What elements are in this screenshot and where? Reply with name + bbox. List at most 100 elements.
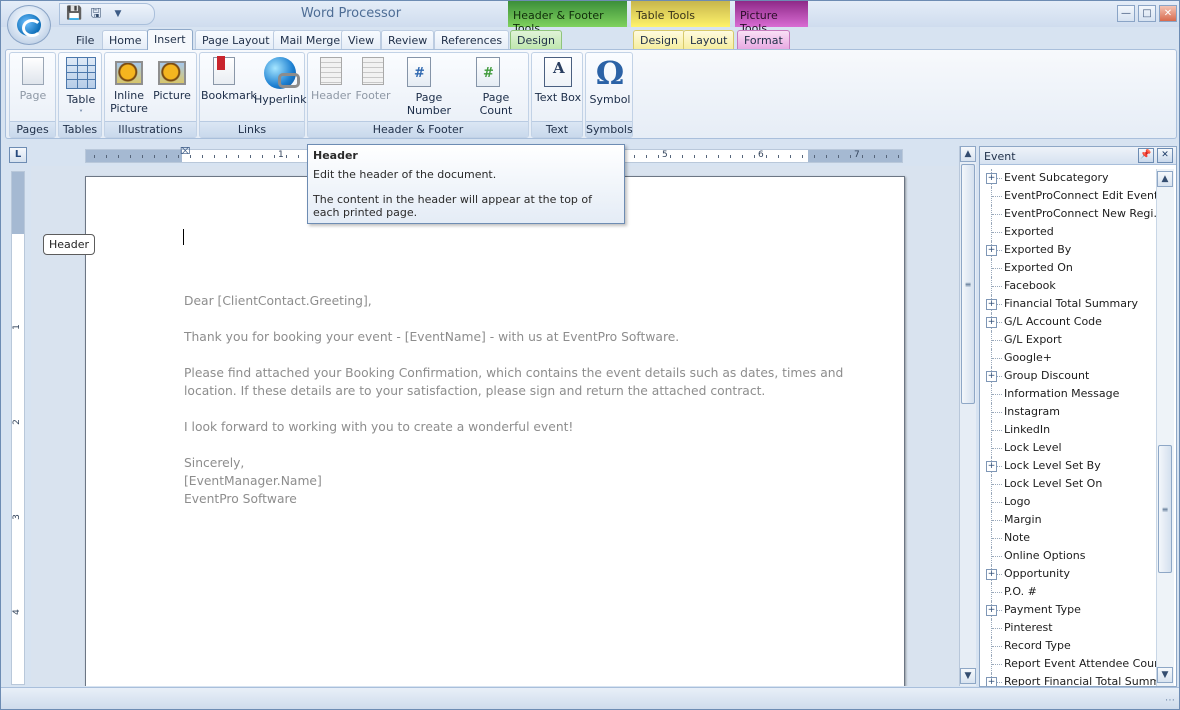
tree-item[interactable]: EventProConnect Edit Event… xyxy=(980,187,1156,205)
tree-item[interactable]: + Opportunity xyxy=(980,565,1156,583)
inline-picture-button[interactable]: Inline Picture xyxy=(106,57,152,115)
resize-grip-icon[interactable]: ⋯ xyxy=(1165,695,1175,706)
page-button[interactable]: Page xyxy=(10,57,56,102)
tab-page-layout[interactable]: Page Layout xyxy=(195,30,277,49)
tree-connector-line xyxy=(992,502,1002,503)
expand-icon[interactable]: + xyxy=(986,677,997,686)
close-icon[interactable]: ✕ xyxy=(1157,148,1173,163)
tree-item[interactable]: Margin xyxy=(980,511,1156,529)
tab-header-footer-design[interactable]: Design xyxy=(510,30,562,49)
tab-file[interactable]: File xyxy=(69,30,101,49)
scrollbar-thumb[interactable]: ≡ xyxy=(961,164,975,404)
tree-item[interactable]: + Group Discount xyxy=(980,367,1156,385)
tree-item[interactable]: Report Event Attendee Count xyxy=(980,655,1156,673)
tab-references[interactable]: References xyxy=(434,30,510,49)
expand-icon[interactable]: + xyxy=(986,371,997,382)
tree-item[interactable]: + Financial Total Summary xyxy=(980,295,1156,313)
hyperlink-button[interactable]: Hyperlink xyxy=(254,57,307,106)
tree-item[interactable]: + Lock Level Set By xyxy=(980,457,1156,475)
tab-view[interactable]: View xyxy=(341,30,382,49)
page-count-button[interactable]: Page Count xyxy=(465,57,527,117)
scroll-up-icon[interactable]: ▲ xyxy=(1157,171,1173,187)
indent-marker-icon[interactable]: ⌧ xyxy=(180,147,190,157)
tab-table-layout[interactable]: Layout xyxy=(683,30,735,49)
table-button[interactable]: Table ˅ xyxy=(58,57,104,120)
tree-connector-line xyxy=(992,484,1002,485)
bookmark-button[interactable]: Bookmark xyxy=(201,56,257,102)
expand-icon[interactable]: + xyxy=(986,605,997,616)
page-icon xyxy=(22,57,44,85)
tree-item[interactable]: Lock Level xyxy=(980,439,1156,457)
tab-review[interactable]: Review xyxy=(381,30,435,49)
tree-connector-line xyxy=(992,214,1002,215)
tree-item[interactable]: G/L Export xyxy=(980,331,1156,349)
tab-table-design[interactable]: Design xyxy=(633,30,685,49)
panel-scrollbar[interactable]: ▲ ≡ ▼ xyxy=(1156,169,1174,686)
expand-icon[interactable]: + xyxy=(986,461,997,472)
tree-item[interactable]: + Event Subcategory xyxy=(980,169,1156,187)
context-table-tools: Table Tools xyxy=(631,1,730,27)
bookmark-icon xyxy=(213,56,235,85)
document-area[interactable]: Dear [ClientContact.Greeting], Thank you… xyxy=(31,166,959,686)
tab-mail-merge[interactable]: Mail Merge xyxy=(273,30,348,49)
header-button[interactable]: Header xyxy=(308,57,354,102)
pin-icon[interactable]: 📌 xyxy=(1138,148,1154,163)
picture-button[interactable]: Picture xyxy=(149,57,195,102)
expand-icon[interactable]: + xyxy=(986,173,997,184)
expand-icon[interactable]: + xyxy=(986,245,997,256)
document-page[interactable]: Dear [ClientContact.Greeting], Thank you… xyxy=(85,176,905,686)
scroll-down-icon[interactable]: ▼ xyxy=(1157,667,1173,683)
tab-insert[interactable]: Insert xyxy=(147,29,193,50)
letter-body[interactable]: Dear [ClientContact.Greeting], Thank you… xyxy=(184,292,844,508)
close-button[interactable]: ✕ xyxy=(1159,5,1177,22)
tree-item[interactable]: Lock Level Set On xyxy=(980,475,1156,493)
ruler-tick xyxy=(658,155,659,158)
tree-item[interactable]: + Exported By xyxy=(980,241,1156,259)
customize-dropdown-icon[interactable]: ▼ xyxy=(110,6,126,22)
expand-icon[interactable]: + xyxy=(986,569,997,580)
tree-item[interactable]: Exported xyxy=(980,223,1156,241)
vruler-number: 4 xyxy=(11,609,22,615)
panel-header: Event 📌 ✕ xyxy=(980,147,1176,165)
tab-home[interactable]: Home xyxy=(102,30,149,49)
save-icon[interactable]: 💾 xyxy=(66,6,82,22)
maximize-button[interactable]: □ xyxy=(1138,5,1156,22)
ruler-tick xyxy=(154,155,155,158)
tree-item[interactable]: + Report Financial Total Summ… xyxy=(980,673,1156,686)
scroll-down-icon[interactable]: ▼ xyxy=(960,668,976,684)
tree-item[interactable]: Facebook xyxy=(980,277,1156,295)
document-scrollbar[interactable]: ▲ ≡ ▼ xyxy=(959,146,976,686)
tree-item[interactable]: Exported On xyxy=(980,259,1156,277)
field-tree[interactable]: + Event Subcategory EventProConnect Edit E… xyxy=(980,169,1156,686)
group-label-header-footer: Header & Footer xyxy=(308,121,528,137)
expand-icon[interactable]: + xyxy=(986,317,997,328)
tab-picture-format[interactable]: Format xyxy=(737,30,790,49)
header-region-label[interactable]: Header xyxy=(43,234,96,255)
tree-item[interactable]: Information Message xyxy=(980,385,1156,403)
expand-icon[interactable]: + xyxy=(986,299,997,310)
footer-button[interactable]: Footer xyxy=(350,57,396,102)
tree-item[interactable]: + G/L Account Code xyxy=(980,313,1156,331)
text-box-button[interactable]: Text Box xyxy=(533,57,583,104)
tree-item[interactable]: Google+ xyxy=(980,349,1156,367)
tree-item[interactable]: Record Type xyxy=(980,637,1156,655)
minimize-button[interactable]: — xyxy=(1117,5,1135,22)
save-all-icon[interactable]: 🖫 xyxy=(88,6,104,22)
tree-item[interactable]: LinkedIn xyxy=(980,421,1156,439)
page-number-button[interactable]: Page Number xyxy=(396,57,462,117)
application-menu-button[interactable] xyxy=(7,5,51,45)
tree-item[interactable]: Pinterest xyxy=(980,619,1156,637)
tree-item[interactable]: EventProConnect New Regi… xyxy=(980,205,1156,223)
panel-scrollbar-thumb[interactable]: ≡ xyxy=(1158,445,1172,573)
tree-item[interactable]: + Payment Type xyxy=(980,601,1156,619)
scroll-up-icon[interactable]: ▲ xyxy=(960,146,976,162)
tree-item[interactable]: Online Options xyxy=(980,547,1156,565)
tab-stop-selector[interactable]: L xyxy=(9,147,27,163)
tree-item[interactable]: Instagram xyxy=(980,403,1156,421)
tree-item[interactable]: Note xyxy=(980,529,1156,547)
tree-item-label: Logo xyxy=(1004,495,1031,508)
tree-connector-line xyxy=(992,412,1002,413)
symbol-button[interactable]: Ω Symbol xyxy=(587,57,633,106)
tree-item[interactable]: P.O. # xyxy=(980,583,1156,601)
tree-item[interactable]: Logo xyxy=(980,493,1156,511)
